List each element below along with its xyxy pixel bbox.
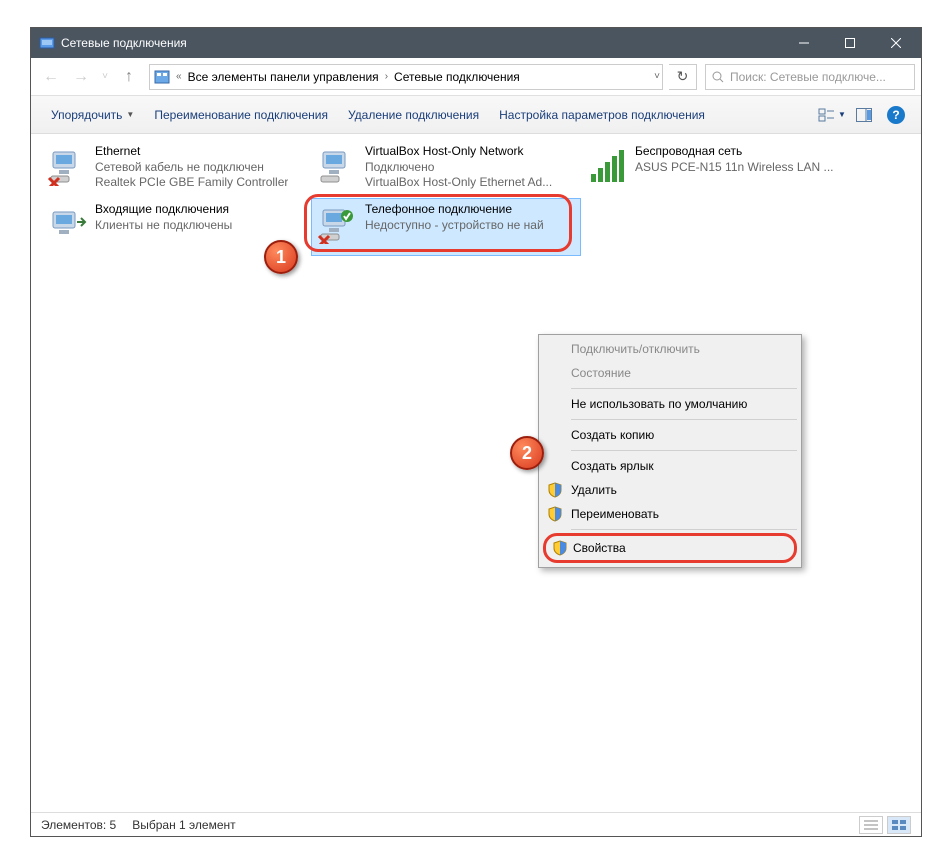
titlebar: Сетевые подключения [31,28,921,58]
search-icon [712,71,724,83]
connection-device: Realtek PCIe GBE Family Controller [95,175,288,191]
context-menu-item-свойства[interactable]: Свойства [543,533,797,563]
connection-name: Беспроводная сеть [635,144,834,160]
connection-name: Входящие подключения [95,202,232,218]
back-button[interactable]: ← [37,63,65,91]
close-button[interactable] [873,28,919,58]
connection-icon [317,202,359,244]
connections-grid: EthernetСетевой кабель не подключенRealt… [31,134,921,262]
connection-status: Клиенты не подключены [95,218,232,234]
window-title: Сетевые подключения [61,36,781,50]
connection-item-1[interactable]: VirtualBox Host-Only NetworkПодключеноVi… [311,140,581,198]
connection-item-2[interactable]: Беспроводная сетьASUS PCE-N15 11n Wirele… [581,140,851,198]
breadcrumb-dropdown[interactable]: ˅ [654,71,660,82]
connection-name: Ethernet [95,144,288,160]
search-input[interactable]: Поиск: Сетевые подключе... [705,64,915,90]
connection-name: VirtualBox Host-Only Network [365,144,552,160]
view-options-button[interactable]: ▼ [817,102,847,128]
shield-icon [547,482,563,498]
context-menu-separator [571,529,797,530]
context-menu: Подключить/отключить Состояние Не использо… [538,334,802,568]
connection-device: ASUS PCE-N15 11n Wireless LAN ... [635,160,834,176]
connection-name: Телефонное подключение [365,202,544,218]
context-menu-item-подключить-отключить: Подключить/отключить [541,337,799,361]
status-bar: Элементов: 5 Выбран 1 элемент [31,812,921,836]
help-button[interactable]: ? [881,102,911,128]
help-icon: ? [887,106,905,124]
item-count: Элементов: 5 [41,818,116,832]
connection-settings-button[interactable]: Настройка параметров подключения [489,104,715,126]
refresh-button[interactable]: ↻ [669,64,697,90]
connection-item-0[interactable]: EthernetСетевой кабель не подключенRealt… [41,140,311,198]
tiles-view-button[interactable] [887,816,911,834]
context-menu-label: Не использовать по умолчанию [571,397,747,411]
connection-device: VirtualBox Host-Only Ethernet Ad... [365,175,552,191]
breadcrumb[interactable]: « Все элементы панели управления › Сетев… [149,64,663,90]
connection-status: Сетевой кабель не подключен [95,160,288,176]
search-placeholder: Поиск: Сетевые подключе... [730,70,886,84]
window: Сетевые подключения ← → ˅ ↑ « Все элемен… [30,27,922,837]
connection-icon [47,144,89,186]
context-menu-label: Создать ярлык [571,459,654,473]
breadcrumb-part-1[interactable]: Все элементы панели управления [184,70,383,84]
control-panel-icon [154,69,170,85]
minimize-button[interactable] [781,28,827,58]
breadcrumb-part-2[interactable]: Сетевые подключения [390,70,524,84]
rename-connection-button[interactable]: Переименование подключения [144,104,338,126]
app-icon [39,35,55,51]
callout-1: 1 [264,240,298,274]
context-menu-label: Удалить [571,483,617,497]
navigation-bar: ← → ˅ ↑ « Все элементы панели управления… [31,58,921,96]
context-menu-item-состояние: Состояние [541,361,799,385]
chevron-right-icon: › [383,71,390,82]
up-button[interactable]: ↑ [115,63,143,91]
context-menu-label: Создать копию [571,428,654,442]
callout-2: 2 [510,436,544,470]
context-menu-item-переименовать[interactable]: Переименовать [541,502,799,526]
organize-menu[interactable]: Упорядочить▼ [41,104,144,126]
context-menu-label: Переименовать [571,507,659,521]
connection-icon [317,144,359,186]
breadcrumb-left-chev[interactable]: « [174,71,184,82]
context-menu-item-создать-ярлык[interactable]: Создать ярлык [541,454,799,478]
context-menu-label: Свойства [573,541,626,555]
connection-status: Недоступно - устройство не най [365,218,544,234]
shield-icon [552,540,568,556]
context-menu-label: Состояние [571,366,631,380]
toolbar: Упорядочить▼ Переименование подключения … [31,96,921,134]
content-area: EthernetСетевой кабель не подключенRealt… [31,134,921,812]
forward-button[interactable]: → [67,63,95,91]
details-view-button[interactable] [859,816,883,834]
connection-icon [47,202,89,244]
context-menu-item-не-использовать-по-умолчанию[interactable]: Не использовать по умолчанию [541,392,799,416]
connection-status: Подключено [365,160,552,176]
delete-connection-button[interactable]: Удаление подключения [338,104,489,126]
maximize-button[interactable] [827,28,873,58]
selection-count: Выбран 1 элемент [132,818,235,832]
history-dropdown[interactable]: ˅ [97,63,113,91]
context-menu-item-создать-копию[interactable]: Создать копию [541,423,799,447]
preview-pane-button[interactable] [849,102,879,128]
context-menu-separator [571,419,797,420]
connection-item-4[interactable]: Телефонное подключениеНедоступно - устро… [311,198,581,256]
window-controls [781,28,919,58]
context-menu-separator [571,450,797,451]
context-menu-label: Подключить/отключить [571,342,700,356]
connection-icon [587,144,629,186]
context-menu-item-удалить[interactable]: Удалить [541,478,799,502]
shield-icon [547,506,563,522]
context-menu-separator [571,388,797,389]
